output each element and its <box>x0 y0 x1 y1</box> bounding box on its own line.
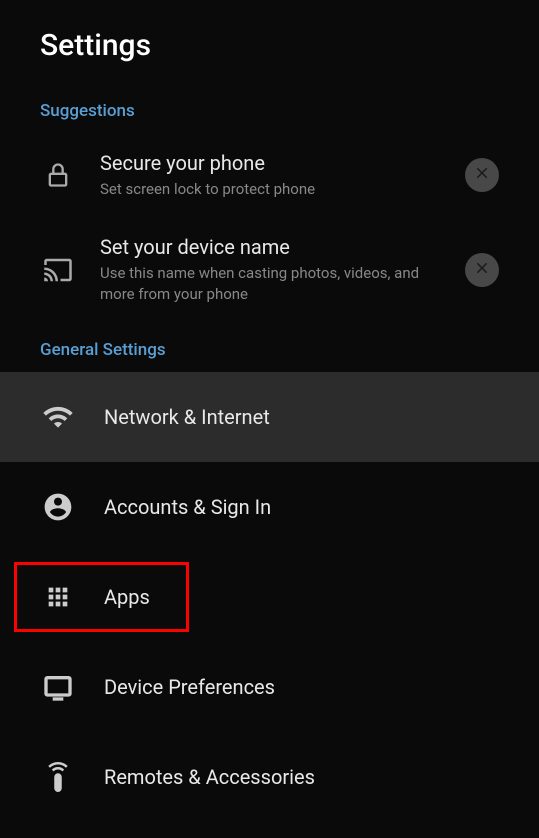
settings-item-apps[interactable]: Apps <box>0 552 539 642</box>
settings-item-remotes[interactable]: Remotes & Accessories <box>0 732 539 822</box>
close-icon <box>473 164 491 186</box>
general-section-header: General Settings <box>0 322 539 372</box>
settings-label: Network & Internet <box>104 405 270 429</box>
settings-label: Remotes & Accessories <box>104 765 315 789</box>
remote-icon <box>40 762 76 792</box>
settings-item-device-prefs[interactable]: Device Preferences <box>0 642 539 732</box>
account-icon <box>40 491 76 523</box>
page-header: Settings <box>0 0 539 83</box>
suggestion-content: Set your device name Use this name when … <box>100 235 441 304</box>
suggestion-subtitle: Use this name when casting photos, video… <box>100 263 441 304</box>
dismiss-button[interactable] <box>465 158 499 192</box>
suggestion-device-name[interactable]: Set your device name Use this name when … <box>0 217 539 322</box>
close-icon <box>473 259 491 281</box>
settings-item-network[interactable]: Network & Internet <box>0 372 539 462</box>
suggestion-title: Set your device name <box>100 235 441 259</box>
lock-icon <box>40 161 76 189</box>
settings-item-accounts[interactable]: Accounts & Sign In <box>0 462 539 552</box>
settings-label: Accounts & Sign In <box>104 495 271 519</box>
suggestion-title: Secure your phone <box>100 151 441 175</box>
settings-label: Device Preferences <box>104 675 275 699</box>
page-title: Settings <box>40 28 499 63</box>
suggestion-subtitle: Set screen lock to protect phone <box>100 179 441 199</box>
wifi-icon <box>40 401 76 433</box>
settings-label: Apps <box>104 585 150 609</box>
suggestion-secure-phone[interactable]: Secure your phone Set screen lock to pro… <box>0 133 539 217</box>
tv-icon <box>40 671 76 703</box>
apps-icon <box>40 583 76 611</box>
cast-icon <box>40 255 76 285</box>
suggestions-section-header: Suggestions <box>0 83 539 133</box>
dismiss-button[interactable] <box>465 253 499 287</box>
suggestion-content: Secure your phone Set screen lock to pro… <box>100 151 441 199</box>
